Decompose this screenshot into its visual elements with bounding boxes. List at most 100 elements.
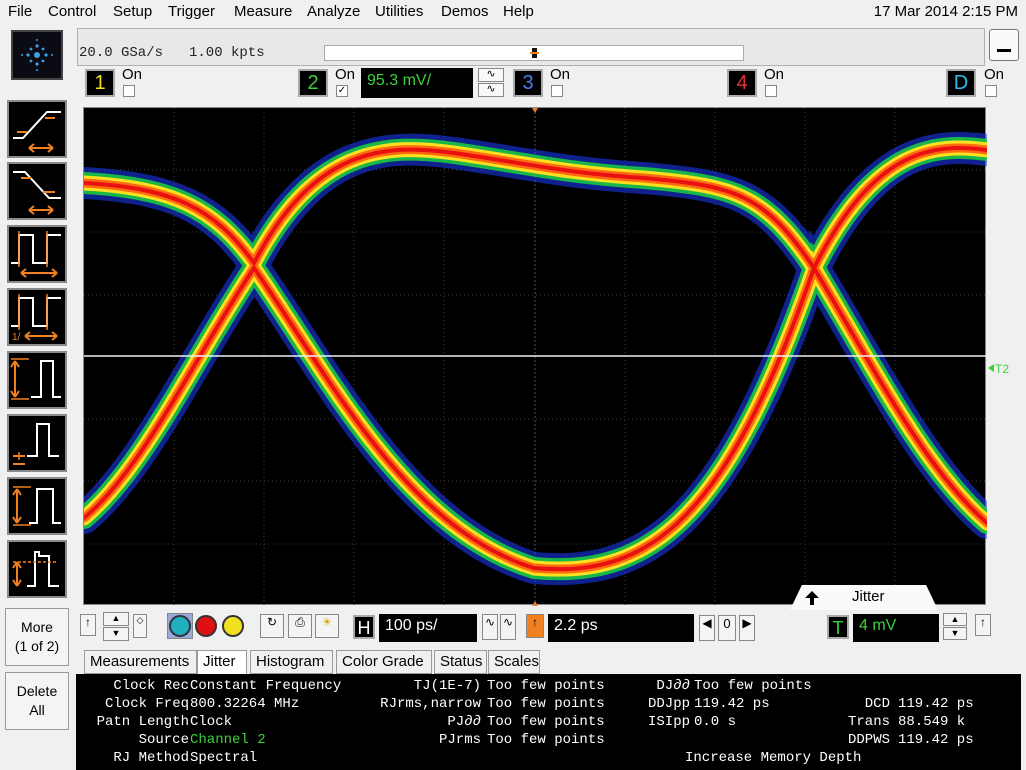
vbase-tool-icon[interactable]: [7, 414, 67, 472]
delay-zero-button[interactable]: 0: [718, 615, 736, 641]
jitter-mid-label: PJrms: [438, 732, 481, 748]
vamplitude-tool-icon[interactable]: [7, 477, 67, 535]
waveform-display[interactable]: [83, 107, 987, 606]
delay-right-button[interactable]: ▶: [739, 615, 755, 641]
marker-up-icon[interactable]: ↑: [80, 614, 96, 636]
more-measurements-button[interactable]: More (1 of 2): [5, 608, 69, 666]
tab-scales[interactable]: Scales: [488, 650, 540, 674]
trigger-level-field[interactable]: 4 mV: [853, 614, 939, 642]
channel-2-scale-field[interactable]: 95.3 mV/: [361, 68, 473, 98]
svg-text:T2: T2: [995, 362, 1009, 376]
jitter-overlay-label: Jitter: [852, 588, 885, 605]
channel-2-scale-up-button[interactable]: ∿: [478, 68, 504, 82]
channel-2-scale-down-button[interactable]: ∿: [478, 83, 504, 97]
jitter-overlay-tab[interactable]: Jitter: [790, 585, 938, 610]
horizontal-scale-tag: H: [353, 615, 375, 639]
horizontal-position-bar[interactable]: [324, 45, 744, 61]
delete-all-button[interactable]: Delete All: [5, 672, 69, 730]
horizontal-scale-field[interactable]: 100 ps/: [379, 614, 477, 642]
cyan-color-icon: [169, 615, 191, 637]
trigger-marker-icon[interactable]: ↑: [975, 614, 991, 636]
scroll-left-button[interactable]: ◇: [133, 614, 147, 638]
jitter-mid-value: Too few points: [487, 696, 605, 712]
jitter-far-label: DCD: [864, 696, 890, 712]
menu-control[interactable]: Control: [48, 3, 96, 20]
jitter-left-label: Patn Length: [96, 714, 189, 730]
channel-1-on-label: On: [122, 66, 143, 83]
channel-4-on-label: On: [764, 66, 785, 83]
trigger-level-down-button[interactable]: ▼: [943, 627, 967, 640]
digital-checkbox[interactable]: [985, 85, 997, 97]
red-color-icon[interactable]: [195, 615, 217, 637]
memory-depth: 1.00 kpts: [189, 45, 265, 61]
jitter-mid-value: Too few points: [487, 732, 605, 748]
agilent-logo-icon[interactable]: [11, 30, 63, 80]
jitter-far-value: 119.42 ps: [898, 732, 974, 748]
jitter-right-label: DDJpp: [647, 696, 690, 712]
tab-jitter[interactable]: Jitter: [197, 650, 247, 674]
sample-rate: 20.0 GSa/s: [79, 45, 164, 61]
channel-4-checkbox[interactable]: [765, 85, 777, 97]
jitter-far-value: 119.42 ps: [898, 696, 974, 712]
trigger-tag: T: [827, 615, 849, 639]
scroll-down-button[interactable]: ▼: [103, 627, 129, 641]
period-tool-icon[interactable]: [7, 225, 67, 283]
minimize-button[interactable]: [989, 29, 1019, 61]
channel-bar: 1 On 2 On ✓ 95.3 mV/ ∿ ∿ 3 On 4 On D On: [77, 66, 1013, 102]
horizontal-delay-field[interactable]: 2.2 ps: [548, 614, 694, 642]
vpp-tool-icon[interactable]: [7, 351, 67, 409]
jitter-mid-label: RJrms,narrow: [380, 696, 481, 712]
menu-analyze[interactable]: Analyze: [307, 3, 360, 20]
trigger-level-marker-icon[interactable]: T2: [988, 358, 1014, 383]
jitter-status-message: Increase Memory Depth: [685, 750, 862, 766]
jitter-source-value[interactable]: Channel 2: [190, 731, 266, 749]
jitter-mid-value: Too few points: [487, 678, 605, 694]
tab-status[interactable]: Status: [434, 650, 487, 674]
channel-1-button[interactable]: 1: [85, 69, 115, 97]
jitter-left-label: Clock Freq: [104, 696, 189, 712]
h-scale-up-button[interactable]: ∿: [500, 614, 516, 640]
digital-on-label: On: [984, 66, 1005, 83]
print-icon[interactable]: ⎙: [288, 614, 312, 638]
jitter-left-value: 800.32264 MHz: [190, 696, 300, 712]
trigger-level-up-button[interactable]: ▲: [943, 613, 967, 626]
jitter-right-value: 0.0 s: [694, 714, 737, 730]
channel-3-checkbox[interactable]: [551, 85, 563, 97]
fall-time-tool-icon[interactable]: [7, 162, 67, 220]
overshoot-tool-icon[interactable]: [7, 540, 67, 598]
delay-marker-icon[interactable]: ↑: [526, 614, 544, 638]
rise-time-tool-icon[interactable]: [7, 100, 67, 158]
menu-measure[interactable]: Measure: [234, 3, 292, 20]
channel-2-checkbox[interactable]: ✓: [336, 85, 348, 97]
delay-left-button[interactable]: ◀: [699, 615, 715, 641]
scroll-up-button[interactable]: ▲: [103, 612, 129, 626]
tab-color-grade[interactable]: Color Grade: [336, 650, 432, 674]
yellow-color-icon[interactable]: [222, 615, 244, 637]
display-brightness-icon[interactable]: ☀: [315, 614, 339, 638]
arrow-up-icon: [805, 591, 819, 605]
tab-measurements[interactable]: Measurements: [84, 650, 197, 674]
jitter-right-label: DJ∂∂: [656, 678, 690, 694]
frequency-tool-icon[interactable]: 1/: [7, 288, 67, 346]
jitter-right-value: 119.42 ps: [694, 696, 770, 712]
menu-demos[interactable]: Demos: [441, 3, 489, 20]
channel-3-button[interactable]: 3: [513, 69, 543, 97]
channel-4-button[interactable]: 4: [727, 69, 757, 97]
jitter-right-value: Too few points: [694, 678, 812, 694]
jitter-far-label: DDPWS: [847, 732, 890, 748]
channel-2-button[interactable]: 2: [298, 69, 328, 97]
channel-1-checkbox[interactable]: [123, 85, 135, 97]
menu-setup[interactable]: Setup: [113, 3, 152, 20]
autoscale-icon[interactable]: ↻: [260, 614, 284, 638]
menu-file[interactable]: File: [8, 3, 32, 20]
menu-help[interactable]: Help: [503, 3, 534, 20]
jitter-left-value: Constant Frequency: [190, 678, 342, 694]
jitter-left-value: Spectral: [190, 750, 258, 766]
jitter-mid-label: PJ∂∂: [447, 714, 481, 730]
digital-channel-button[interactable]: D: [946, 69, 976, 97]
tab-histogram[interactable]: Histogram: [250, 650, 333, 674]
h-scale-down-button[interactable]: ∿: [482, 614, 498, 640]
jitter-left-label: RJ Method: [113, 750, 189, 766]
menu-trigger[interactable]: Trigger: [168, 3, 215, 20]
menu-utilities[interactable]: Utilities: [375, 3, 423, 20]
